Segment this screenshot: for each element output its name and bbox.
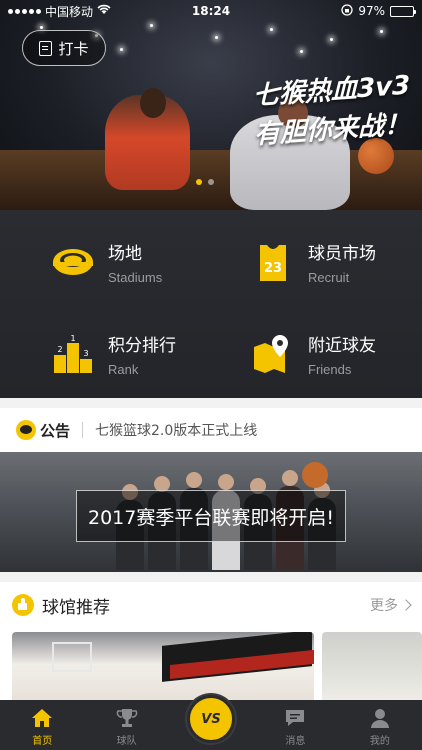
svg-text:2: 2: [57, 345, 62, 354]
carousel-dot-2[interactable]: [208, 179, 214, 185]
section-title: 球馆推荐: [42, 597, 110, 618]
feature-label-en: Friends: [308, 362, 352, 377]
more-label: 更多: [370, 598, 398, 614]
hero-banner[interactable]: 七猴热血3v3 有胆你来战！ 打卡: [0, 0, 422, 210]
svg-text:1: 1: [70, 334, 75, 343]
tab-messages[interactable]: 消息: [253, 700, 337, 750]
announcement-title: 公告: [40, 421, 71, 440]
scoreboard: [170, 649, 314, 680]
feature-recruit[interactable]: 23 球员市场 Recruit: [252, 232, 422, 292]
carousel-dot-1[interactable]: [196, 179, 202, 185]
player-red-head: [140, 88, 166, 118]
announcement-text: 七猴篮球2.0版本正式上线: [95, 423, 258, 439]
checkin-button[interactable]: 打卡: [22, 30, 106, 66]
orientation-lock-icon: [341, 3, 353, 19]
promo-caption: 2017赛季平台联赛即将开启!: [76, 490, 346, 542]
trophy-icon: [116, 708, 138, 728]
hero-slogan: 七猴热血3v3 有胆你来战！: [253, 65, 410, 152]
feature-label-en: Stadiums: [108, 270, 163, 285]
vs-match-button[interactable]: VS: [187, 695, 235, 743]
feature-label-en: Recruit: [308, 270, 350, 285]
monkey-logo-icon: [16, 420, 36, 440]
carrier-name: 中国移动: [45, 4, 94, 19]
chevron-right-icon: [400, 599, 412, 611]
tab-profile[interactable]: 我的: [338, 700, 422, 750]
tab-home[interactable]: 首页: [0, 700, 84, 750]
chat-icon: [284, 708, 306, 728]
venue-card[interactable]: EXCELLENCE TRADITIO: [12, 632, 314, 704]
tab-label: 球队: [116, 736, 137, 747]
tab-label: 首页: [32, 736, 53, 747]
battery-icon: [390, 5, 416, 17]
checkin-label: 打卡: [58, 39, 89, 58]
basketball-image: [302, 462, 328, 488]
divider: [82, 422, 84, 438]
section-header: 球馆推荐 更多: [0, 582, 422, 628]
tab-label: 消息: [285, 736, 306, 747]
feature-friends[interactable]: 附近球友 Friends: [252, 324, 422, 384]
venue-card[interactable]: [322, 632, 422, 704]
basketball-hoop: [52, 642, 92, 672]
signal-strength-icon: [8, 8, 41, 14]
feature-label-zh: 球员市场: [308, 244, 376, 264]
more-link[interactable]: 更多: [370, 595, 412, 615]
feature-label-en: Rank: [108, 362, 139, 377]
home-icon: [31, 708, 53, 728]
feature-label-zh: 场地: [108, 244, 142, 264]
jersey-number: 23: [264, 261, 282, 276]
app-screen: 七猴热血3v3 有胆你来战！ 打卡 中国移动 18:24 97% 场地 Stad…: [0, 0, 422, 750]
person-icon: [369, 708, 391, 728]
wifi-icon: [97, 4, 111, 18]
map-pin-icon: [252, 333, 294, 375]
tab-label: 我的: [369, 736, 390, 747]
carousel-indicator: [196, 179, 214, 185]
feature-grid: 场地 Stadiums 23 球员市场 Recruit 213 积分排行 Ran…: [0, 210, 422, 398]
podium-icon: 213: [52, 333, 94, 375]
svg-text:3: 3: [83, 349, 88, 358]
clipboard-icon: [39, 40, 53, 56]
feature-stadiums[interactable]: 场地 Stadiums: [52, 232, 242, 292]
feature-rank[interactable]: 213 积分排行 Rank: [52, 324, 242, 384]
status-bar: 中国移动 18:24 97%: [0, 0, 422, 22]
vs-label: VS: [201, 711, 221, 727]
tab-team[interactable]: 球队: [84, 700, 168, 750]
thumbs-up-icon: [12, 594, 34, 616]
gym-wall-sign: EXCELLENCE TRADITIO: [162, 632, 314, 682]
stadium-icon: [52, 241, 94, 283]
feature-label-zh: 附近球友: [308, 336, 376, 356]
battery-percent: 97%: [358, 4, 385, 18]
feature-label-zh: 积分排行: [108, 336, 176, 356]
announcement-bar[interactable]: 公告 七猴篮球2.0版本正式上线: [0, 408, 422, 452]
jersey-icon: 23: [252, 241, 294, 283]
